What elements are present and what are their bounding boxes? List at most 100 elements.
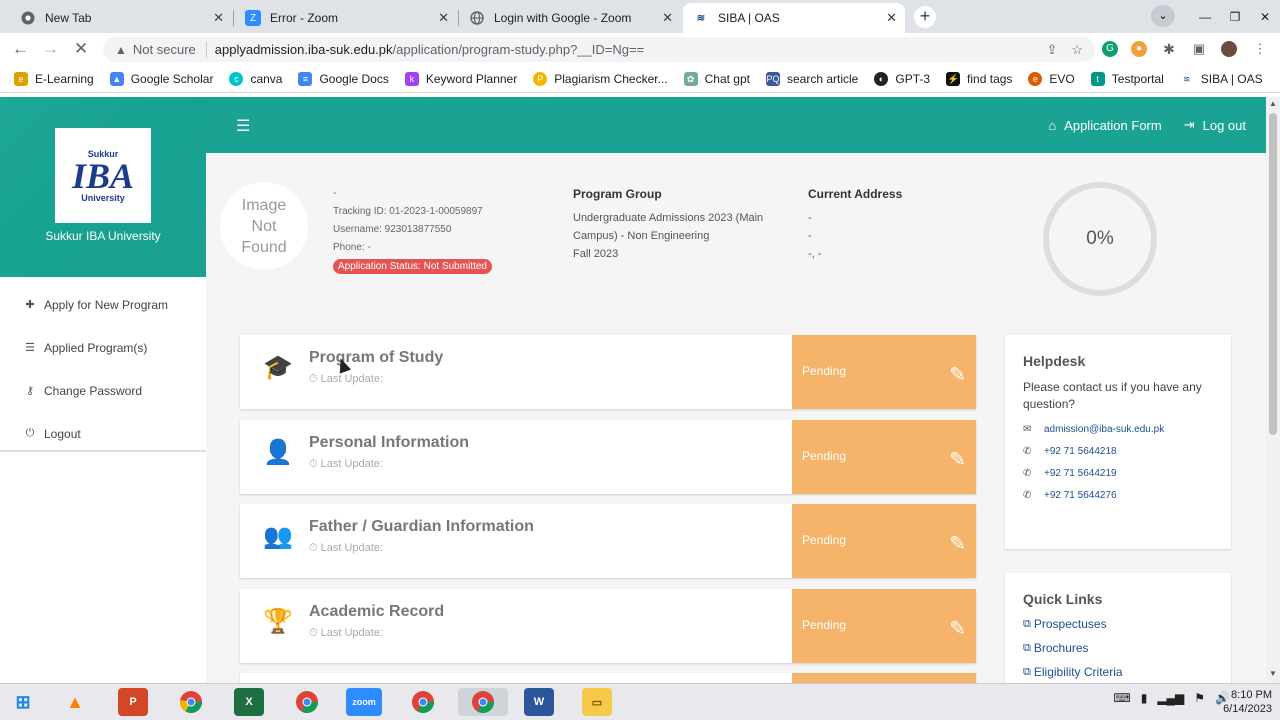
tab-new-tab[interactable]: New Tab ✕ (10, 3, 232, 33)
bookmark-keyword-planner[interactable]: k Keyword Planner (404, 72, 517, 86)
word-icon[interactable]: W (524, 688, 554, 716)
bookmark-label: E-Learning (35, 72, 94, 86)
back-arrow-icon[interactable]: ← (12, 39, 29, 59)
sidebar-item-apply-new-program[interactable]: ✚ Apply for New Program (0, 283, 206, 326)
quick-link-brochures[interactable]: ⧉ Brochures (1023, 641, 1213, 655)
bookmark-e-learning[interactable]: e E-Learning (14, 72, 94, 86)
close-icon[interactable]: ✕ (213, 10, 224, 26)
application-form-link[interactable]: ⌂ Application Form (1048, 117, 1161, 133)
sidebar-item-change-password[interactable]: ⚷ Change Password (0, 369, 206, 412)
bookmark-siba-oas[interactable]: ≋ SIBA | OAS (1179, 72, 1263, 86)
edit-section-button[interactable]: Pending ✎ (792, 589, 976, 663)
sidebar-item-applied-programs[interactable]: ☰ Applied Program(s) (0, 326, 206, 369)
sign-out-icon: ⇥ (1183, 117, 1195, 132)
last-update-label: Last Update: (320, 542, 384, 554)
chrome-active-icon[interactable] (458, 688, 508, 716)
section-next-partial[interactable] (240, 673, 976, 683)
external-link-icon: ⧉ (1023, 641, 1031, 654)
avatar[interactable] (1221, 41, 1237, 57)
bookmark-testportal[interactable]: t Testportal (1090, 72, 1164, 86)
program-group-heading: Program Group (573, 187, 662, 201)
bookmark-evo[interactable]: e EVO (1028, 72, 1075, 86)
minimize-icon[interactable]: — (1190, 10, 1220, 24)
edit-section-button[interactable]: Pending ✎ (792, 420, 976, 494)
excel-icon[interactable]: X (234, 688, 264, 716)
section-program-of-study[interactable]: 🎓 Program of Study ⏱ Last Update: Pendin… (240, 335, 976, 409)
search-article-icon: PQ (765, 72, 780, 86)
last-update-label: Last Update: (320, 627, 384, 639)
edit-section-button[interactable]: Pending ✎ (792, 504, 976, 578)
section-father-guardian-information[interactable]: 👥 Father / Guardian Information ⏱ Last U… (240, 504, 976, 578)
tab-title: Login with Google - Zoom (494, 11, 632, 25)
quick-link-eligibility-criteria[interactable]: ⧉ Eligibility Criteria (1023, 665, 1213, 679)
share-icon[interactable]: ⇪ (1046, 42, 1057, 58)
logout-link[interactable]: ⇥ Log out (1184, 117, 1246, 133)
tab-error-zoom[interactable]: Z Error - Zoom ✕ (235, 3, 457, 33)
bookmark-plagiarism-checker[interactable]: P Plagiarism Checker... (533, 72, 668, 86)
network-icon[interactable]: ▂▄▆ (1157, 691, 1184, 705)
zoom-icon[interactable]: zoom (346, 688, 382, 716)
restore-icon[interactable]: ❐ (1220, 10, 1250, 24)
bookmark-search-article[interactable]: PQ search article (765, 72, 858, 86)
progress-ring: 0% (1043, 182, 1157, 296)
page-scrollbar[interactable]: ▲ ▼ (1266, 97, 1280, 683)
bookmark-label: Testportal (1111, 72, 1164, 86)
windows-start-icon[interactable]: ⊞ (8, 688, 38, 716)
powerpoint-icon[interactable]: P (118, 688, 148, 716)
close-window-icon[interactable]: ✕ (1250, 10, 1280, 24)
chrome-icon[interactable] (292, 688, 322, 716)
hamburger-menu-icon[interactable]: ☰ (236, 116, 250, 136)
bookmark-gpt-3[interactable]: ◐ GPT-3 (874, 72, 930, 86)
tab-search-icon[interactable]: ⌄ (1151, 5, 1175, 27)
bookmark-canva[interactable]: c canva (229, 72, 282, 86)
address-bar[interactable]: ▲ Not secure applyadmission.iba-suk.edu.… (103, 37, 1095, 62)
section-personal-information[interactable]: 👤 Personal Information ⏱ Last Update: Pe… (240, 420, 976, 494)
close-icon[interactable]: ✕ (438, 10, 449, 26)
list-icon: ☰ (25, 342, 35, 354)
scroll-down-icon[interactable]: ▼ (1269, 669, 1277, 678)
puzzle-icon[interactable]: ✱ (1161, 41, 1177, 57)
chrome-icon[interactable] (408, 688, 438, 716)
extension-icon[interactable]: ● (1131, 41, 1147, 57)
bookmark-google-docs[interactable]: ≡ Google Docs (298, 72, 389, 86)
stop-loading-icon[interactable]: ✕ (74, 39, 88, 59)
new-tab-button[interactable]: + (914, 6, 936, 28)
bookmark-google-scholar[interactable]: ▲ Google Scholar (109, 72, 213, 86)
helpdesk-phone-link[interactable]: ✆ +92 71 5644218 (1023, 446, 1213, 457)
last-update: ⏱ Last Update: (309, 627, 384, 639)
helpdesk-phone-link[interactable]: ✆ +92 71 5644276 (1023, 490, 1213, 501)
helpdesk-phone-link[interactable]: ✆ +92 71 5644219 (1023, 468, 1213, 479)
section-academic-record[interactable]: 🏆 Academic Record ⏱ Last Update: Pending… (240, 589, 976, 663)
scroll-up-icon[interactable]: ▲ (1269, 99, 1277, 108)
close-icon[interactable]: ✕ (662, 10, 673, 26)
bookmark-label: EVO (1049, 72, 1075, 86)
helpdesk-email-link[interactable]: ✉ admission@iba-suk.edu.pk (1023, 424, 1213, 435)
tab-login-google-zoom[interactable]: Login with Google - Zoom ✕ (459, 3, 681, 33)
grammarly-icon[interactable]: G (1102, 41, 1118, 57)
home-icon: ⌂ (1048, 117, 1057, 133)
kebab-menu-icon[interactable]: ⋮ (1252, 41, 1268, 57)
sidebar-panel-icon[interactable]: ▣ (1191, 41, 1207, 57)
program-semester: Fall 2023 (573, 248, 619, 260)
vlc-icon[interactable]: ▲ (60, 688, 90, 716)
battery-icon[interactable]: ▮ (1141, 691, 1148, 705)
flag-icon[interactable]: ⚑ (1194, 691, 1205, 705)
bookmark-star-icon[interactable]: ☆ (1071, 42, 1083, 58)
forward-arrow-icon[interactable]: → (42, 39, 59, 59)
docs-icon: ≡ (298, 72, 313, 86)
edit-section-button[interactable] (792, 673, 976, 683)
bookmark-chat-gpt[interactable]: ✿ Chat gpt (683, 72, 750, 86)
chrome-icon[interactable] (176, 688, 206, 716)
section-title: Personal Information (309, 434, 470, 451)
keyboard-icon[interactable]: ⌨ (1113, 691, 1130, 705)
close-icon[interactable]: ✕ (886, 10, 897, 26)
edit-section-button[interactable]: Pending ✎ (792, 335, 976, 409)
scrollbar-thumb[interactable] (1269, 113, 1277, 435)
bookmark-find-tags[interactable]: ⚡ find tags (946, 72, 1012, 86)
tab-siba-oas[interactable]: ≋ SIBA | OAS ✕ (683, 3, 905, 33)
sidebar-item-logout[interactable]: ⏻ Logout (0, 412, 206, 455)
file-explorer-icon[interactable]: ▭ (582, 688, 612, 716)
system-clock[interactable]: 8:10 PM 6/14/2023 (1223, 688, 1272, 716)
plus-icon: ✚ (25, 299, 35, 311)
quick-link-prospectuses[interactable]: ⧉ Prospectuses (1023, 617, 1213, 631)
